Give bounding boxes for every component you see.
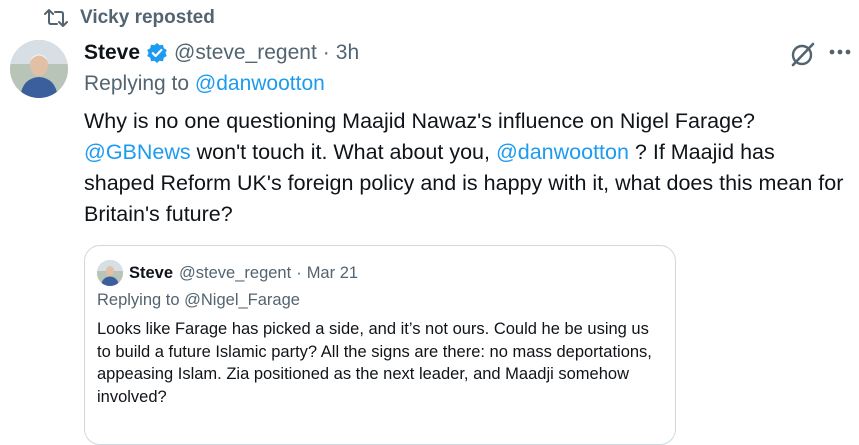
mention-danwootton-link[interactable]: @danwootton xyxy=(496,140,629,164)
more-options-icon[interactable] xyxy=(824,38,856,66)
quoted-author-name[interactable]: Steve xyxy=(129,264,173,283)
separator-dot: · xyxy=(322,41,330,64)
quoted-separator-dot: · xyxy=(296,263,302,282)
verified-badge-icon xyxy=(146,42,168,64)
post-time[interactable]: 3h xyxy=(336,41,359,65)
grok-icon[interactable] xyxy=(788,40,818,70)
quoted-replying-to: Replying to @Nigel_Farage xyxy=(97,291,300,309)
replying-prefix: Replying to xyxy=(84,72,190,95)
repost-indicator[interactable]: Vicky reposted xyxy=(44,4,215,32)
avatar[interactable] xyxy=(10,40,68,98)
quoted-post-text: Looks like Farage has picked a side, and… xyxy=(97,320,652,406)
post-text-part-1: Why is no one questioning Maajid Nawaz's… xyxy=(84,109,755,133)
repost-icon xyxy=(44,8,68,28)
replying-to: Replying to @danwootton xyxy=(84,72,325,96)
repost-label: Vicky reposted xyxy=(80,7,215,28)
post-text-part-2: won't touch it. What about you, xyxy=(190,140,496,164)
quoted-post[interactable]: Steve @steve_regent · Mar 21 Replying to… xyxy=(84,245,676,445)
post-text: Why is no one questioning Maajid Nawaz's… xyxy=(84,106,844,230)
replying-handle-link[interactable]: @danwootton xyxy=(195,72,325,95)
author-handle[interactable]: @steve_regent xyxy=(174,41,317,65)
mention-gbnews-link[interactable]: @GBNews xyxy=(84,140,191,164)
quoted-author-handle[interactable]: @steve_regent xyxy=(179,264,291,283)
author-name[interactable]: Steve xyxy=(84,41,140,65)
quoted-post-time[interactable]: Mar 21 xyxy=(307,264,358,283)
quoted-avatar[interactable] xyxy=(97,260,123,286)
